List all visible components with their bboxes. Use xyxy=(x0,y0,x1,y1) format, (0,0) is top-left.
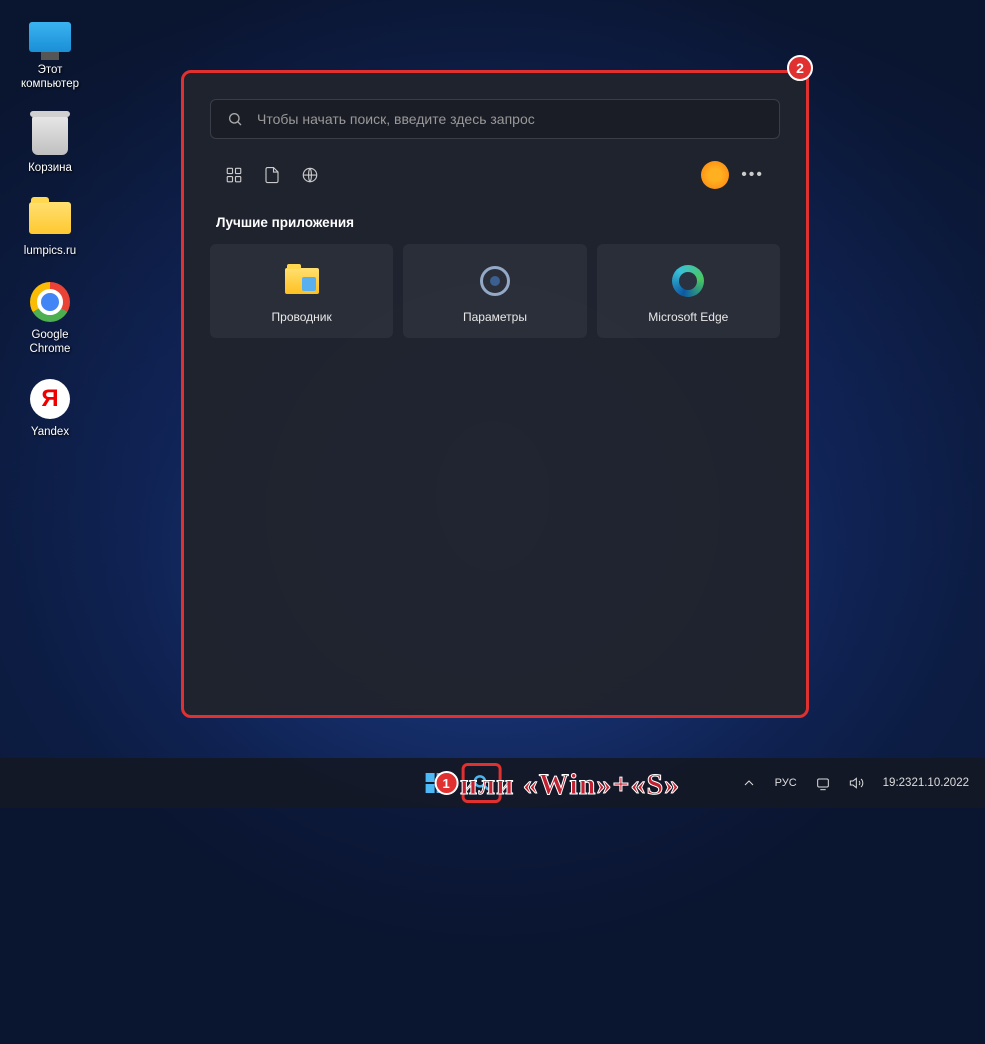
folder-icon xyxy=(27,195,73,241)
desktop-icons-column: Этот компьютер Корзина lumpics.ru Google… xyxy=(12,10,88,444)
annotation-hint-text: или «Win»+«S» xyxy=(460,768,680,802)
user-avatar[interactable] xyxy=(701,161,729,189)
app-label: Проводник xyxy=(272,310,332,324)
desktop-icon-this-pc[interactable]: Этот компьютер xyxy=(12,10,88,96)
network-icon xyxy=(815,775,831,791)
desktop-icon-label: Google Chrome xyxy=(13,328,87,357)
globe-icon xyxy=(301,166,319,184)
tray-language[interactable]: РУС xyxy=(771,773,801,793)
desktop-icon-label: Корзина xyxy=(28,161,72,175)
chevron-up-icon xyxy=(741,775,757,791)
taskbar: 1 или «Win»+«S» РУС 19:23 21.10.2022 xyxy=(0,758,985,808)
filter-web[interactable] xyxy=(292,159,328,191)
tray-time: 19:23 xyxy=(883,776,912,791)
desktop-icon-folder[interactable]: lumpics.ru xyxy=(12,191,88,262)
tray-chevron[interactable] xyxy=(737,771,761,795)
more-button[interactable]: ••• xyxy=(731,166,774,184)
desktop-icon-recycle-bin[interactable]: Корзина xyxy=(12,108,88,179)
filter-apps[interactable] xyxy=(216,159,252,191)
section-title: Лучшие приложения xyxy=(216,215,774,230)
search-panel: ••• Лучшие приложения Проводник Параметр… xyxy=(181,70,809,718)
yandex-icon: Я xyxy=(27,376,73,422)
desktop-icon-chrome[interactable]: Google Chrome xyxy=(12,275,88,361)
filter-documents[interactable] xyxy=(254,159,290,191)
edge-icon xyxy=(671,264,705,298)
tray-date: 21.10.2022 xyxy=(911,776,969,791)
app-label: Параметры xyxy=(463,310,527,324)
desktop-icon-yandex[interactable]: Я Yandex xyxy=(12,372,88,443)
desktop-icon-label: Этот компьютер xyxy=(13,63,87,92)
document-icon xyxy=(263,166,281,184)
apps-icon xyxy=(225,166,243,184)
bin-icon xyxy=(27,112,73,158)
system-tray: РУС 19:23 21.10.2022 xyxy=(737,771,973,795)
tray-network[interactable] xyxy=(811,771,835,795)
volume-icon xyxy=(849,775,865,791)
tray-clock[interactable]: 19:23 21.10.2022 xyxy=(879,772,973,795)
search-input[interactable] xyxy=(257,111,763,127)
chrome-icon xyxy=(27,279,73,325)
search-box[interactable] xyxy=(210,99,780,139)
app-card-settings[interactable]: Параметры xyxy=(403,244,586,338)
top-apps-grid: Проводник Параметры Microsoft Edge xyxy=(210,244,780,338)
monitor-icon xyxy=(27,14,73,60)
annotation-badge-2: 2 xyxy=(787,55,813,81)
tray-volume[interactable] xyxy=(845,771,869,795)
desktop-icon-label: Yandex xyxy=(31,425,69,439)
app-card-explorer[interactable]: Проводник xyxy=(210,244,393,338)
desktop-icon-label: lumpics.ru xyxy=(24,244,76,258)
filter-row: ••• xyxy=(210,159,780,191)
app-label: Microsoft Edge xyxy=(648,310,728,324)
search-icon xyxy=(227,111,243,127)
settings-icon xyxy=(478,264,512,298)
annotation-badge-1: 1 xyxy=(434,771,458,795)
explorer-icon xyxy=(285,264,319,298)
app-card-edge[interactable]: Microsoft Edge xyxy=(597,244,780,338)
